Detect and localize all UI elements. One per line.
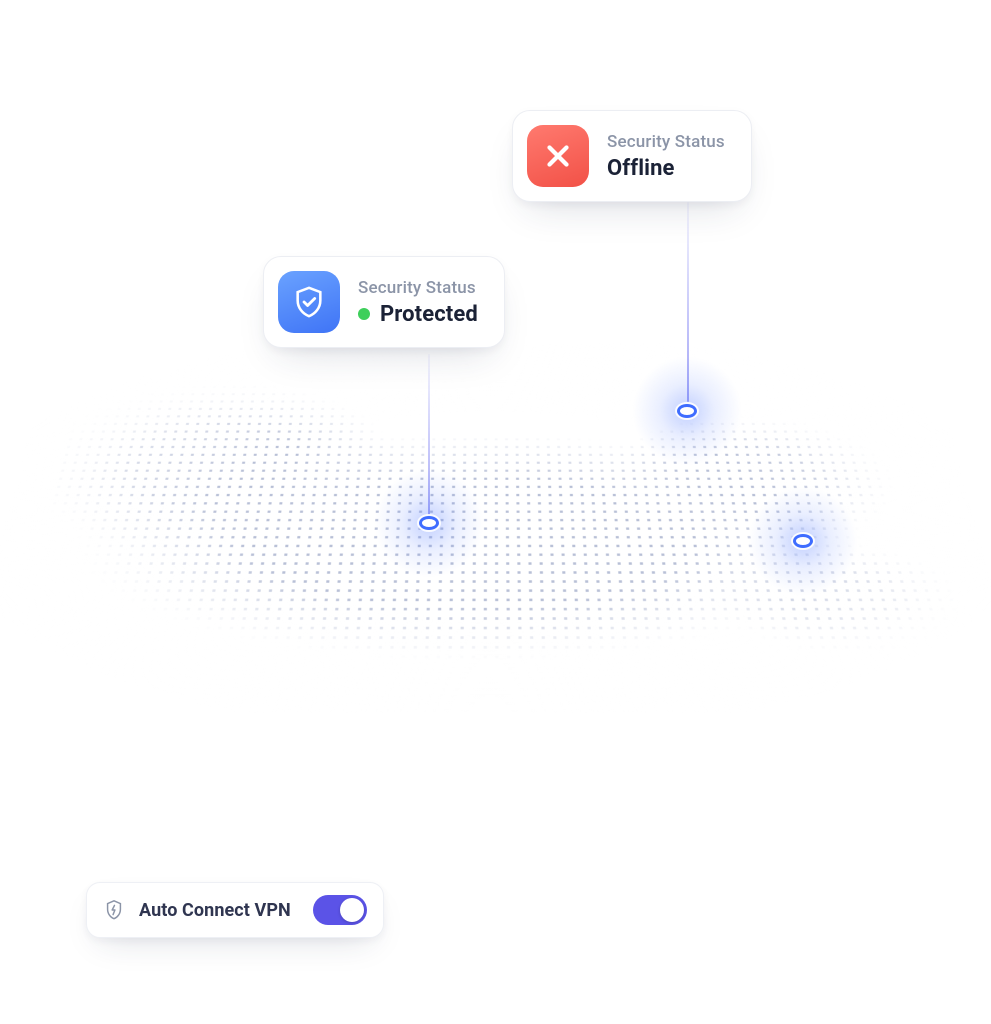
auto-connect-vpn-chip: Auto Connect VPN — [86, 882, 384, 938]
security-status-value: Protected — [380, 302, 478, 327]
security-status-value: Offline — [607, 156, 675, 181]
status-indicator-dot — [358, 308, 370, 320]
world-map-backdrop — [6, 369, 974, 676]
connector-line — [687, 202, 689, 402]
x-icon — [527, 125, 589, 187]
shield-check-icon — [278, 271, 340, 333]
auto-connect-vpn-label: Auto Connect VPN — [139, 900, 291, 921]
shield-bolt-icon — [103, 899, 125, 921]
security-status-card-protected: Security Status Protected — [263, 256, 505, 348]
security-status-label: Security Status — [358, 278, 478, 298]
auto-connect-vpn-toggle[interactable] — [313, 895, 367, 925]
security-status-card-offline: Security Status Offline — [512, 110, 752, 202]
security-status-label: Security Status — [607, 132, 725, 152]
connector-line — [428, 354, 430, 524]
